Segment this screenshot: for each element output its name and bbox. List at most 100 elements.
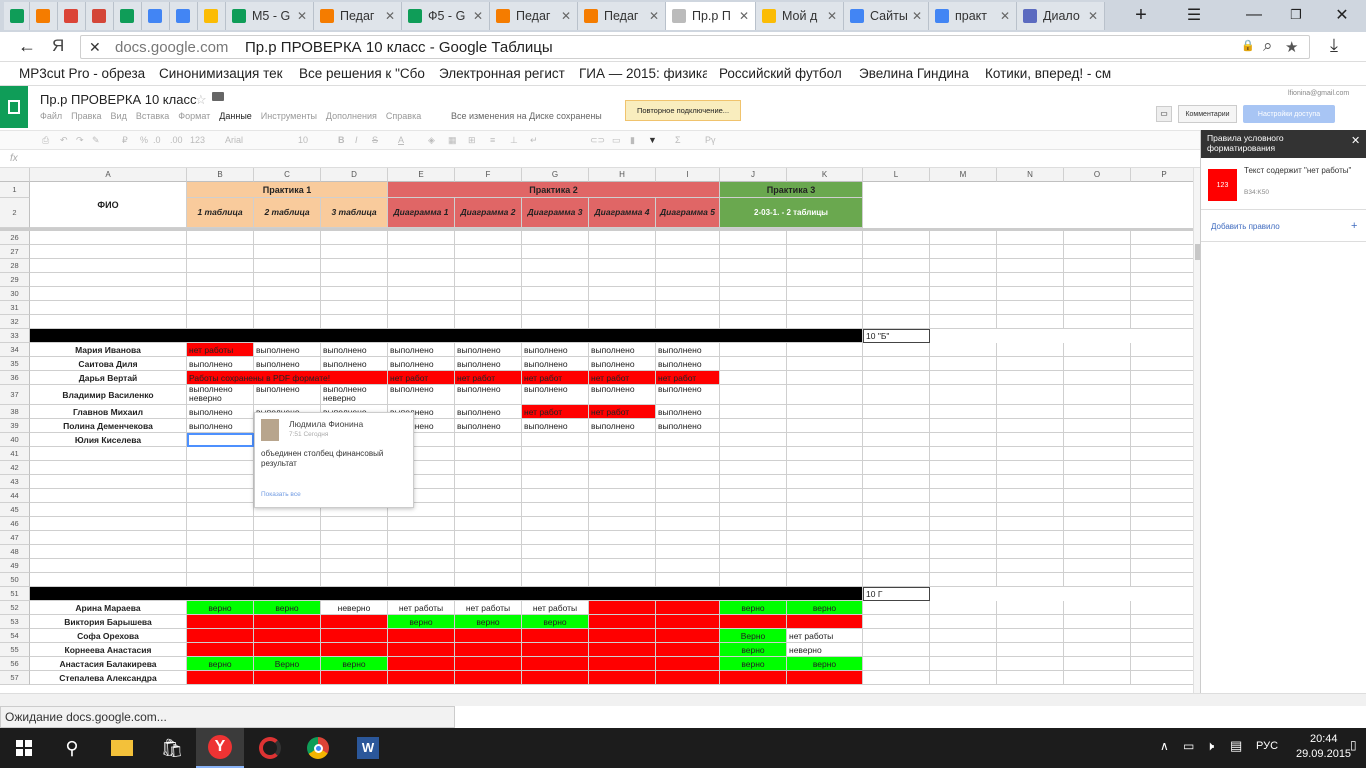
column-header[interactable]: J bbox=[720, 168, 787, 182]
student-name[interactable]: Анастасия Балакирева bbox=[30, 657, 187, 671]
grade-cell[interactable]: нет работ bbox=[522, 405, 589, 419]
empty-cell[interactable] bbox=[321, 287, 388, 301]
document-title[interactable]: Пр.р ПРОВЕРКА 10 класс bbox=[40, 92, 196, 107]
empty-cell[interactable] bbox=[388, 259, 455, 273]
empty-cell[interactable] bbox=[388, 559, 455, 573]
menu-item[interactable]: Правка bbox=[71, 111, 101, 121]
notifications-icon[interactable]: ▤ bbox=[1230, 738, 1242, 754]
empty-cell[interactable] bbox=[997, 419, 1064, 433]
empty-cell[interactable] bbox=[455, 259, 522, 273]
empty-cell[interactable] bbox=[997, 573, 1064, 587]
empty-cell[interactable] bbox=[720, 343, 787, 357]
empty-cell[interactable] bbox=[187, 559, 254, 573]
strikethrough-button[interactable]: S bbox=[372, 135, 378, 145]
student-name[interactable]: Арина Мараева bbox=[30, 601, 187, 615]
empty-cell[interactable] bbox=[656, 517, 720, 531]
empty-cell[interactable] bbox=[656, 503, 720, 517]
empty-cell[interactable] bbox=[30, 259, 187, 273]
empty-cell[interactable] bbox=[321, 531, 388, 545]
row-header[interactable]: 42 bbox=[0, 461, 30, 475]
new-tab-button[interactable]: + bbox=[1117, 0, 1165, 30]
browser-tab[interactable]: Сайты ✕ bbox=[844, 2, 929, 30]
sheets-logo-icon[interactable] bbox=[0, 86, 28, 128]
empty-cell[interactable] bbox=[1064, 559, 1131, 573]
empty-cell[interactable] bbox=[863, 573, 930, 587]
empty-cell[interactable] bbox=[522, 559, 589, 573]
empty-cell[interactable] bbox=[787, 371, 863, 385]
browser-tab[interactable] bbox=[170, 2, 198, 30]
class-label-cell[interactable]: 10 Г bbox=[863, 587, 930, 601]
empty-cell[interactable] bbox=[787, 419, 863, 433]
empty-cell[interactable] bbox=[720, 433, 787, 447]
redo-icon[interactable]: ↷ bbox=[76, 135, 84, 146]
tab-close-icon[interactable]: ✕ bbox=[645, 9, 659, 23]
column-header[interactable]: I bbox=[656, 168, 720, 182]
empty-cell[interactable] bbox=[187, 245, 254, 259]
empty-cell[interactable] bbox=[254, 573, 321, 587]
empty-cell[interactable] bbox=[930, 573, 997, 587]
column-header[interactable]: O bbox=[1064, 168, 1131, 182]
grade-cell[interactable]: нет работ bbox=[522, 371, 589, 385]
empty-cell[interactable] bbox=[656, 231, 720, 245]
empty-cell[interactable] bbox=[930, 559, 997, 573]
empty-cell[interactable] bbox=[1131, 245, 1193, 259]
empty-cell[interactable] bbox=[787, 315, 863, 329]
empty-cell[interactable] bbox=[930, 601, 997, 615]
empty-cell[interactable] bbox=[1131, 475, 1193, 489]
empty-cell[interactable] bbox=[30, 231, 187, 245]
empty-cell[interactable] bbox=[863, 461, 930, 475]
grade-cell[interactable]: верно bbox=[720, 643, 787, 657]
grade-cell[interactable] bbox=[455, 629, 522, 643]
add-rule-link[interactable]: Добавить правило bbox=[1211, 222, 1280, 231]
grade-cell[interactable] bbox=[187, 629, 254, 643]
empty-cell[interactable] bbox=[720, 315, 787, 329]
grade-cell[interactable]: выполнено bbox=[656, 357, 720, 371]
empty-cell[interactable] bbox=[863, 503, 930, 517]
empty-cell[interactable] bbox=[930, 231, 997, 245]
empty-cell[interactable] bbox=[863, 531, 930, 545]
row-header[interactable]: 33 bbox=[0, 329, 30, 343]
empty-cell[interactable] bbox=[187, 503, 254, 517]
row-header[interactable]: 41 bbox=[0, 447, 30, 461]
empty-cell[interactable] bbox=[321, 545, 388, 559]
empty-cell[interactable] bbox=[1064, 573, 1131, 587]
column-header[interactable]: P bbox=[1131, 168, 1193, 182]
empty-cell[interactable] bbox=[863, 559, 930, 573]
empty-cell[interactable] bbox=[656, 259, 720, 273]
empty-cell[interactable] bbox=[589, 231, 656, 245]
empty-cell[interactable] bbox=[1064, 447, 1131, 461]
comment-popup[interactable]: Людмила Фионина 7:51 Сегодня объединен с… bbox=[254, 412, 414, 508]
menu-item[interactable]: Инструменты bbox=[261, 111, 317, 121]
empty-cell[interactable] bbox=[930, 461, 997, 475]
empty-cell[interactable] bbox=[1131, 503, 1193, 517]
row-header[interactable]: 34 bbox=[0, 343, 30, 357]
grade-cell[interactable] bbox=[187, 615, 254, 629]
grade-cell[interactable]: выполнено bbox=[589, 385, 656, 405]
empty-cell[interactable] bbox=[997, 385, 1064, 405]
empty-cell[interactable] bbox=[787, 405, 863, 419]
empty-cell[interactable] bbox=[863, 517, 930, 531]
empty-cell[interactable] bbox=[1131, 643, 1193, 657]
empty-cell[interactable] bbox=[455, 447, 522, 461]
empty-cell[interactable] bbox=[997, 559, 1064, 573]
browser-tab[interactable] bbox=[114, 2, 142, 30]
grade-cell[interactable]: выполнено bbox=[187, 419, 254, 433]
row-header[interactable]: 35 bbox=[0, 357, 30, 371]
student-name[interactable]: Владимир Василенко bbox=[30, 385, 187, 405]
empty-cell[interactable] bbox=[787, 245, 863, 259]
row-header[interactable]: 51 bbox=[0, 587, 30, 601]
empty-cell[interactable] bbox=[455, 573, 522, 587]
empty-cell[interactable] bbox=[30, 301, 187, 315]
empty-cell[interactable] bbox=[254, 301, 321, 315]
empty-cell[interactable] bbox=[930, 447, 997, 461]
browser-tab[interactable]: Ф5 - G ✕ bbox=[402, 2, 490, 30]
empty-cell[interactable] bbox=[522, 573, 589, 587]
empty-cell[interactable] bbox=[930, 385, 997, 405]
empty-cell[interactable] bbox=[522, 315, 589, 329]
row-header[interactable]: 53 bbox=[0, 615, 30, 629]
empty-cell[interactable] bbox=[787, 385, 863, 405]
empty-cell[interactable] bbox=[1131, 671, 1193, 685]
store-icon[interactable]: 🛍 bbox=[148, 728, 196, 768]
empty-cell[interactable] bbox=[997, 657, 1064, 671]
student-name[interactable]: Полина Деменчекова bbox=[30, 419, 187, 433]
